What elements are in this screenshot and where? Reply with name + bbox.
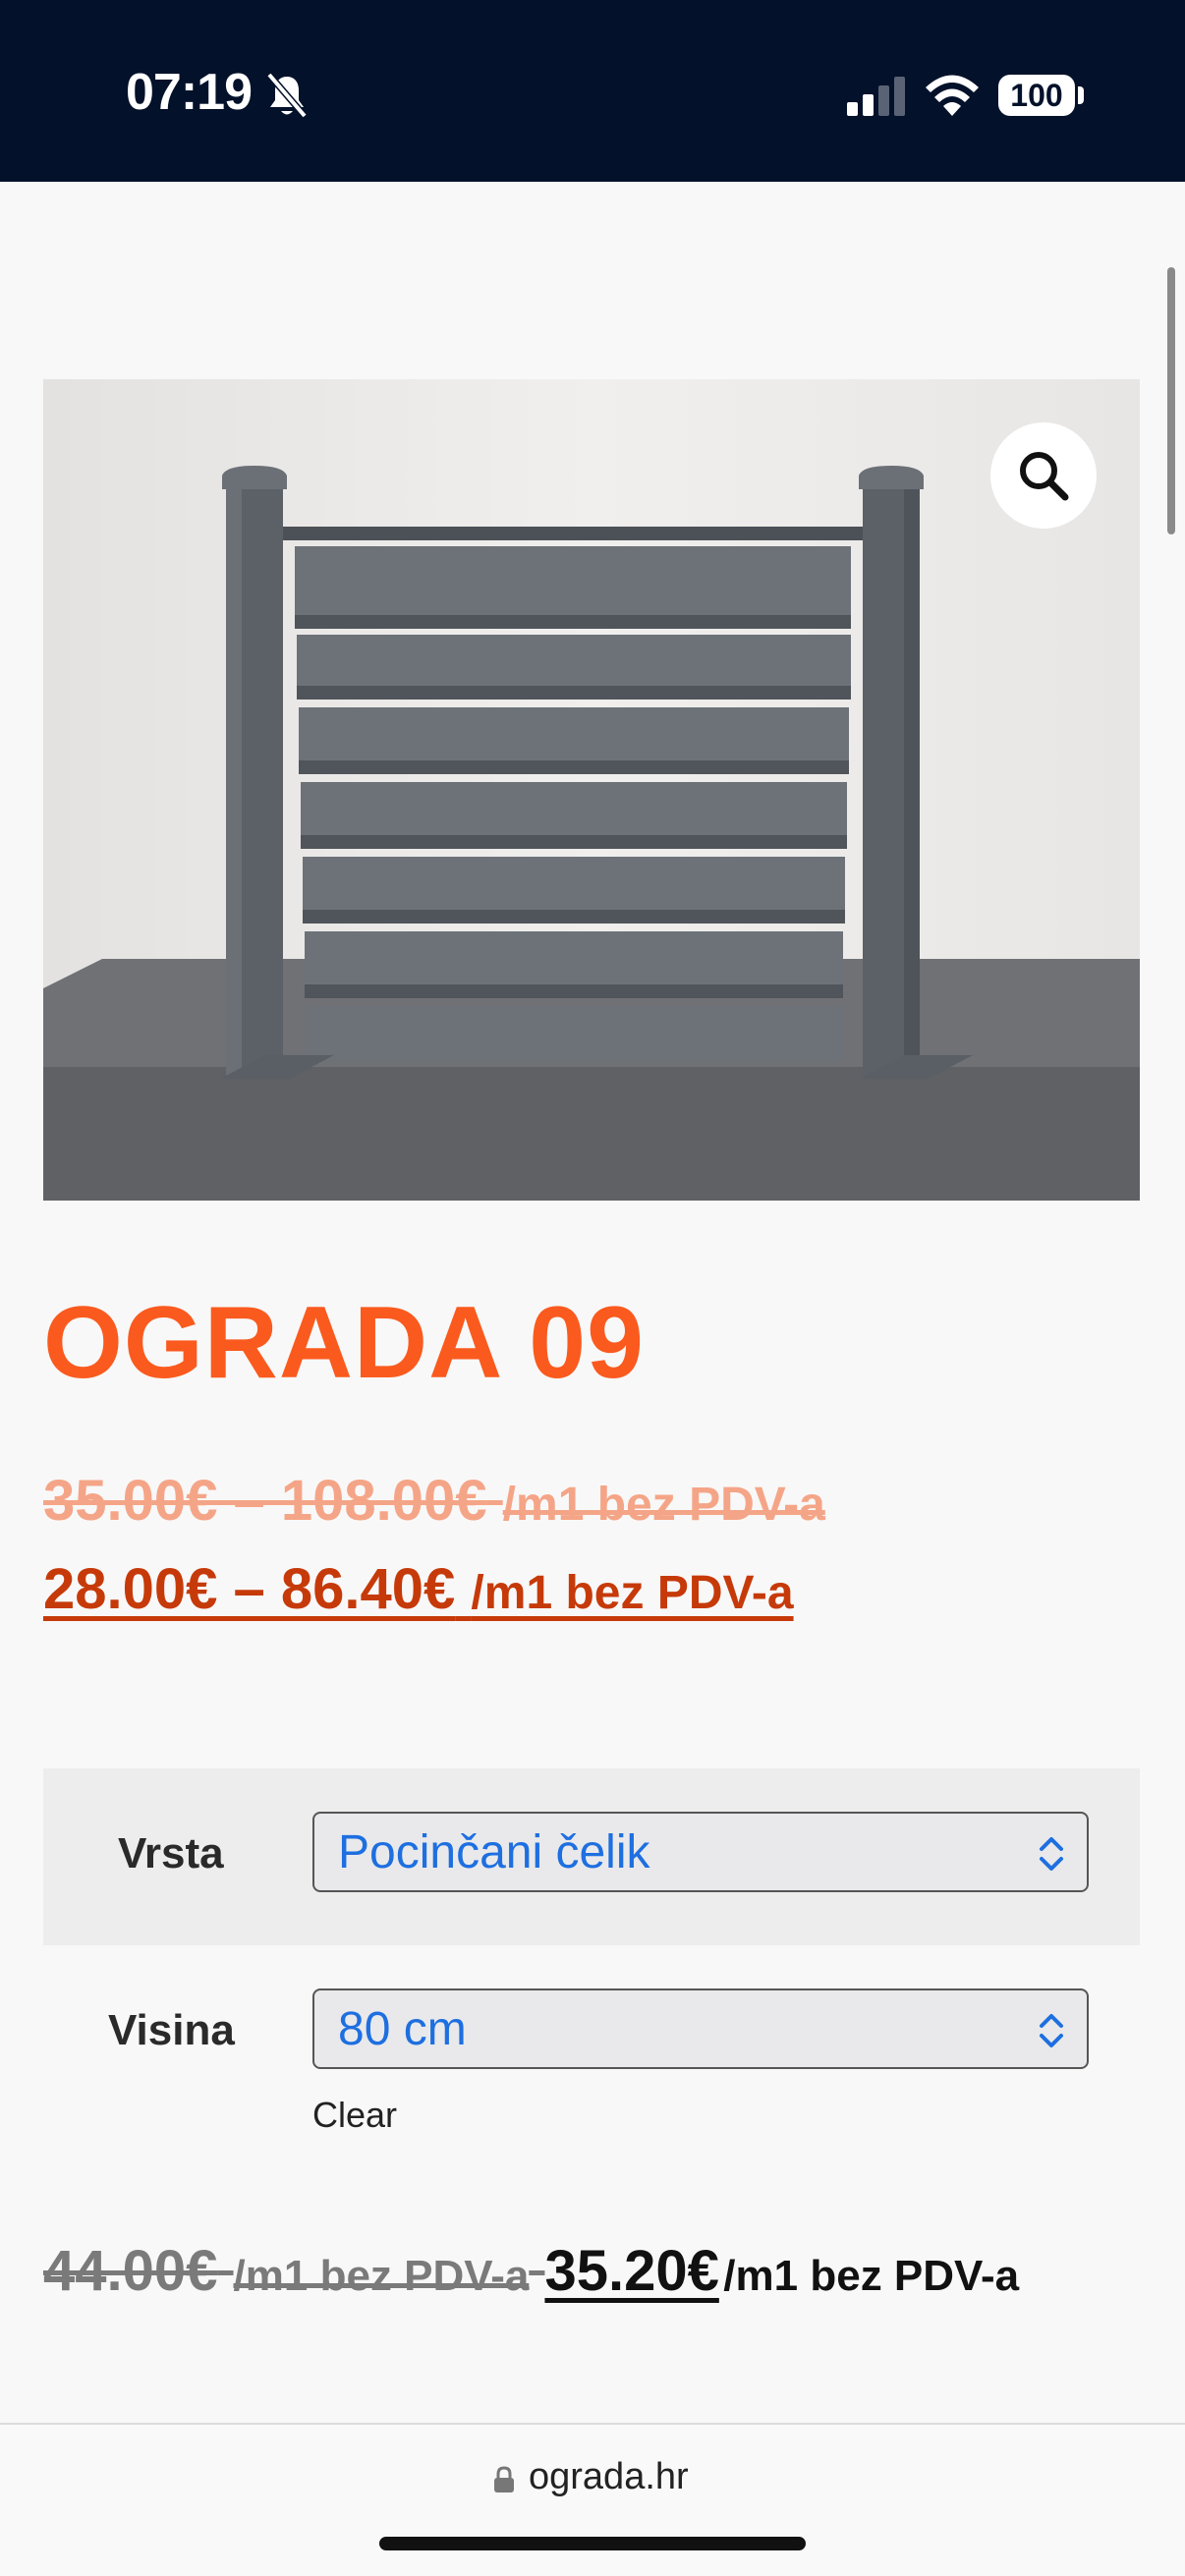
battery-nub: [1078, 86, 1084, 104]
chevron-updown-icon: [1040, 2014, 1063, 2047]
product-title: OGRADA 09: [43, 1286, 645, 1400]
chevron-updown-icon: [1040, 1837, 1063, 1871]
zoom-button[interactable]: [990, 422, 1097, 529]
status-bar: 07:19 100: [0, 0, 1185, 182]
price-old-range: 35.00€ – 108.00€ /m1 bez PDV-a: [43, 1468, 825, 1534]
variation-price-old: 44.00€ /m1 bez PDV-a: [43, 2239, 544, 2303]
type-select-value: Pocinčani čelik: [338, 1826, 650, 1878]
height-select[interactable]: 80 cm: [312, 1988, 1089, 2069]
height-select-value: 80 cm: [338, 2003, 467, 2055]
home-indicator[interactable]: [379, 2537, 806, 2550]
price-old-range-suffix: /m1 bez PDV-a: [502, 1479, 825, 1531]
status-time: 07:19: [126, 64, 253, 121]
browser-url[interactable]: ograda.hr: [529, 2456, 689, 2498]
variation-price-old-suffix: /m1 bez PDV-a: [233, 2252, 530, 2300]
fence-illustration: [43, 379, 1140, 1201]
height-label: Visina: [108, 2006, 235, 2054]
page-scrollbar[interactable]: [1167, 267, 1175, 534]
search-icon: [1020, 452, 1069, 501]
price-new-range-value: 28.00€ – 86.40€: [43, 1557, 456, 1621]
type-select[interactable]: Pocinčani čelik: [312, 1812, 1089, 1892]
variation-price: 44.00€ /m1 bez PDV-a 35.20€ /m1 bez PDV-…: [43, 2238, 1019, 2304]
variation-price-new: 35.20€: [544, 2239, 719, 2303]
price-new-range-suffix: /m1 bez PDV-a: [471, 1567, 794, 1619]
clear-variations-link[interactable]: Clear: [312, 2095, 397, 2136]
variation-price-old-value: 44.00€: [43, 2239, 218, 2303]
signal-icon: [847, 77, 905, 116]
lock-icon: [494, 2466, 514, 2492]
product-image[interactable]: [43, 379, 1140, 1201]
bell-slash-icon: [266, 72, 308, 119]
variation-price-new-suffix: /m1 bez PDV-a: [723, 2252, 1020, 2300]
wifi-icon: [926, 75, 979, 116]
battery-icon: 100: [998, 75, 1075, 116]
type-label: Vrsta: [118, 1829, 224, 1877]
browser-address-bar[interactable]: [0, 2425, 1185, 2576]
price-new-range: 28.00€ – 86.40€ /m1 bez PDV-a: [43, 1556, 794, 1622]
price-old-range-value: 35.00€ – 108.00€: [43, 1469, 487, 1533]
